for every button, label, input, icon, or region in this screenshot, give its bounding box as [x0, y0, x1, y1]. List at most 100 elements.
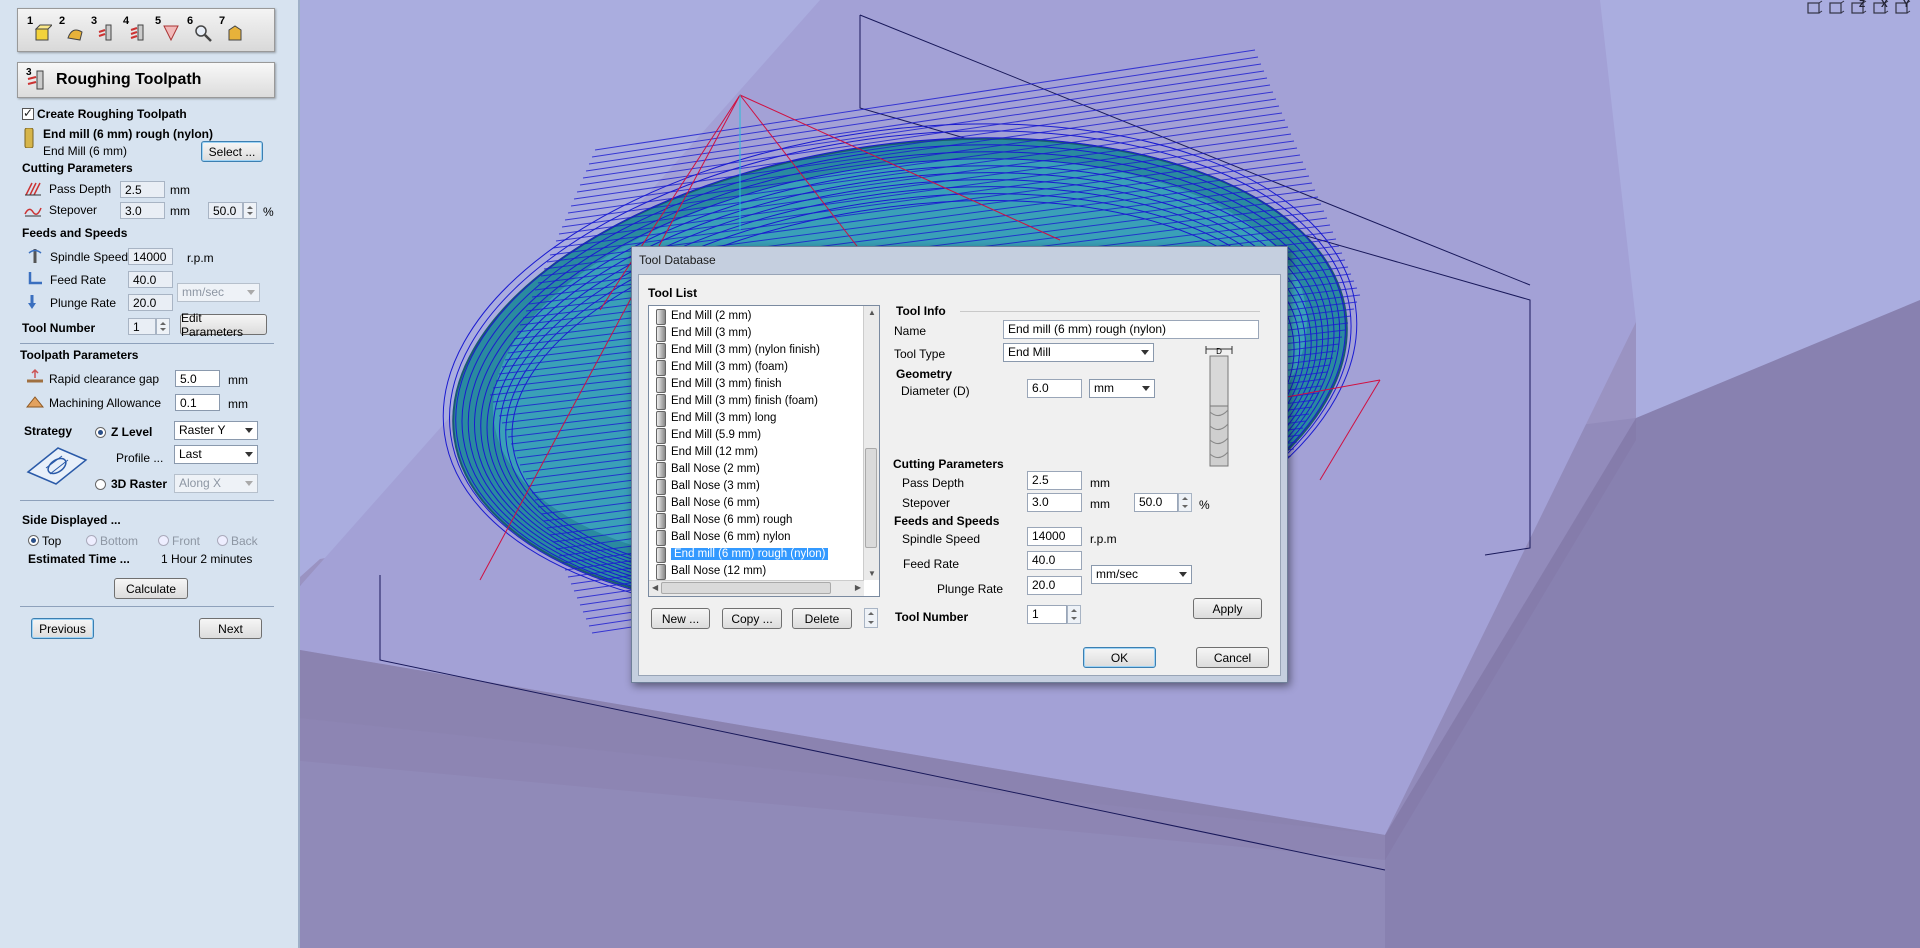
- next-button[interactable]: Next: [199, 618, 262, 639]
- dialog-stepover-spinner[interactable]: [1178, 493, 1192, 512]
- tool-list-vscroll-thumb[interactable]: [865, 448, 877, 548]
- tool-list-item[interactable]: Ball Nose (6 mm): [653, 495, 760, 512]
- pass-depth-field[interactable]: 2.5: [120, 181, 165, 198]
- dialog-rate-units-dropdown[interactable]: mm/sec: [1091, 565, 1192, 584]
- spindle-icon: [28, 249, 42, 263]
- rate-units-dropdown: mm/sec: [177, 283, 260, 302]
- dialog-pass-depth-field[interactable]: 2.5: [1027, 471, 1082, 490]
- step-4-button[interactable]: 4: [122, 15, 152, 45]
- new-tool-button[interactable]: New ...: [651, 608, 710, 629]
- select-tool-button[interactable]: Select ...: [201, 141, 263, 162]
- step-7-button[interactable]: 7: [218, 15, 248, 45]
- rapid-clearance-field[interactable]: 5.0: [175, 370, 220, 387]
- stepover-field[interactable]: 3.0: [120, 202, 165, 219]
- tool-list[interactable]: End Mill (2 mm) End Mill (3 mm) End Mill (…: [648, 305, 880, 597]
- tool-list-item[interactable]: End Mill (3 mm) (nylon finish): [653, 342, 820, 359]
- tool-list-item[interactable]: End Mill (3 mm): [653, 325, 752, 342]
- tool-list-hscroll-thumb[interactable]: [661, 582, 831, 594]
- tool-list-item[interactable]: End Mill (2 mm): [653, 308, 752, 325]
- profile-dropdown[interactable]: Last: [174, 445, 258, 464]
- side-bottom-label: Bottom: [100, 534, 139, 548]
- tool-list-item[interactable]: End Mill (3 mm) (foam): [653, 359, 788, 376]
- tool-list-vscrollbar[interactable]: ▲ ▼: [863, 306, 879, 580]
- tool-list-item[interactable]: Ball Nose (6 mm) nylon: [653, 529, 791, 546]
- tool-list-item[interactable]: End Mill (5.9 mm): [653, 427, 761, 444]
- scroll-down-arrow[interactable]: ▼: [868, 569, 876, 578]
- tool-list-item[interactable]: End Mill (3 mm) finish (foam): [653, 393, 818, 410]
- wizard-steps-toolbar: 1 2 3 4 5 6 7: [17, 8, 275, 52]
- tool-list-item[interactable]: End Mill (3 mm) finish: [653, 376, 782, 393]
- tool-order-spinner[interactable]: [864, 608, 878, 628]
- tool-list-item[interactable]: Ball Nose (3 mm): [653, 478, 760, 495]
- dialog-tool-number-spinner[interactable]: [1067, 605, 1081, 624]
- plunge-rate-field[interactable]: 20.0: [128, 294, 173, 311]
- tool-list-item[interactable]: Ball Nose (6 mm) rough: [653, 512, 792, 529]
- tool-list-hscrollbar[interactable]: ◀ ▶: [649, 580, 864, 596]
- step-2-button[interactable]: 2: [58, 15, 88, 45]
- ok-button[interactable]: OK: [1083, 647, 1156, 668]
- selected-tool-type: End Mill (6 mm): [43, 144, 128, 158]
- apply-button[interactable]: Apply: [1193, 598, 1262, 619]
- dialog-stepover-field[interactable]: 3.0: [1027, 493, 1082, 512]
- tool-list-item[interactable]: Ball Nose (12 mm): [653, 563, 766, 580]
- tool-type-dropdown[interactable]: End Mill: [1003, 343, 1154, 362]
- end-mill-icon: [656, 496, 666, 512]
- end-mill-icon: [656, 547, 666, 563]
- tool-info-separator: [960, 311, 1260, 312]
- iso-view-icon[interactable]: [1828, 0, 1846, 16]
- z-top-view-icon[interactable]: Z: [1850, 0, 1868, 16]
- step-3-button[interactable]: 3: [90, 15, 120, 45]
- tool-list-item[interactable]: End mill (6 mm) rough (nylon): [653, 546, 829, 563]
- dialog-stepover-percent-field[interactable]: 50.0: [1134, 493, 1178, 512]
- tool-list-item[interactable]: End Mill (3 mm) long: [653, 410, 776, 427]
- 3d-raster-radio[interactable]: [95, 479, 106, 490]
- tool-number-field[interactable]: 1: [128, 318, 156, 335]
- dialog-feed-field[interactable]: 40.0: [1027, 551, 1082, 570]
- x-view-icon[interactable]: X: [1872, 0, 1890, 16]
- step-5-button[interactable]: 5: [154, 15, 184, 45]
- delete-tool-button[interactable]: Delete: [792, 608, 852, 629]
- z-level-strategy-dropdown[interactable]: Raster Y: [174, 421, 258, 440]
- cancel-button[interactable]: Cancel: [1196, 647, 1269, 668]
- copy-tool-button[interactable]: Copy ...: [722, 608, 782, 629]
- calculate-button[interactable]: Calculate: [114, 578, 188, 599]
- stepover-percent-spinner[interactable]: [243, 202, 257, 219]
- step-6-button[interactable]: 6: [186, 15, 216, 45]
- tool-name-field[interactable]: End mill (6 mm) rough (nylon): [1003, 320, 1259, 339]
- spindle-speed-field[interactable]: 14000: [128, 248, 173, 265]
- section-divider: [20, 343, 274, 344]
- side-front-label: Front: [172, 534, 201, 548]
- tool-list-item[interactable]: Ball Nose (2 mm): [653, 461, 760, 478]
- feed-rate-field[interactable]: 40.0: [128, 271, 173, 288]
- end-mill-diagram-icon: D: [1205, 346, 1233, 467]
- side-top-radio[interactable]: [28, 535, 39, 546]
- dialog-pass-depth-label: Pass Depth: [902, 476, 965, 490]
- dialog-spindle-field[interactable]: 14000: [1027, 527, 1082, 546]
- end-mill-icon: [656, 564, 666, 580]
- y-view-icon[interactable]: Y: [1894, 0, 1912, 16]
- scroll-left-arrow[interactable]: ◀: [652, 583, 658, 592]
- scroll-right-arrow[interactable]: ▶: [855, 583, 861, 592]
- dialog-plunge-field[interactable]: 20.0: [1027, 576, 1082, 595]
- dialog-spindle-label: Spindle Speed: [902, 532, 981, 546]
- step-1-button[interactable]: 1: [26, 15, 56, 45]
- scroll-up-arrow[interactable]: ▲: [868, 308, 876, 317]
- step-5-number: 5: [155, 15, 162, 27]
- z-level-radio[interactable]: [95, 427, 106, 438]
- fit-view-icon[interactable]: [1806, 0, 1824, 16]
- diameter-field[interactable]: 6.0: [1027, 379, 1082, 398]
- create-roughing-checkbox[interactable]: [22, 106, 34, 120]
- end-mill-icon: [656, 513, 666, 529]
- edit-parameters-button[interactable]: Edit Parameters: [180, 311, 267, 339]
- tool-number-spinner[interactable]: [156, 318, 170, 335]
- tool-list-item-label: End Mill (3 mm) (nylon finish): [671, 344, 820, 356]
- diameter-units-dropdown[interactable]: mm: [1089, 379, 1155, 398]
- stepover-percent-field[interactable]: 50.0: [208, 202, 243, 219]
- dialog-tool-number-field[interactable]: 1: [1027, 605, 1067, 624]
- tool-list-item[interactable]: End Mill (12 mm): [653, 444, 758, 461]
- step-7-number: 7: [219, 15, 226, 27]
- tool-list-item-label: End Mill (3 mm) (foam): [671, 361, 788, 373]
- machining-allowance-field[interactable]: 0.1: [175, 394, 220, 411]
- previous-button[interactable]: Previous: [31, 618, 94, 639]
- step-5-icon: [163, 25, 179, 42]
